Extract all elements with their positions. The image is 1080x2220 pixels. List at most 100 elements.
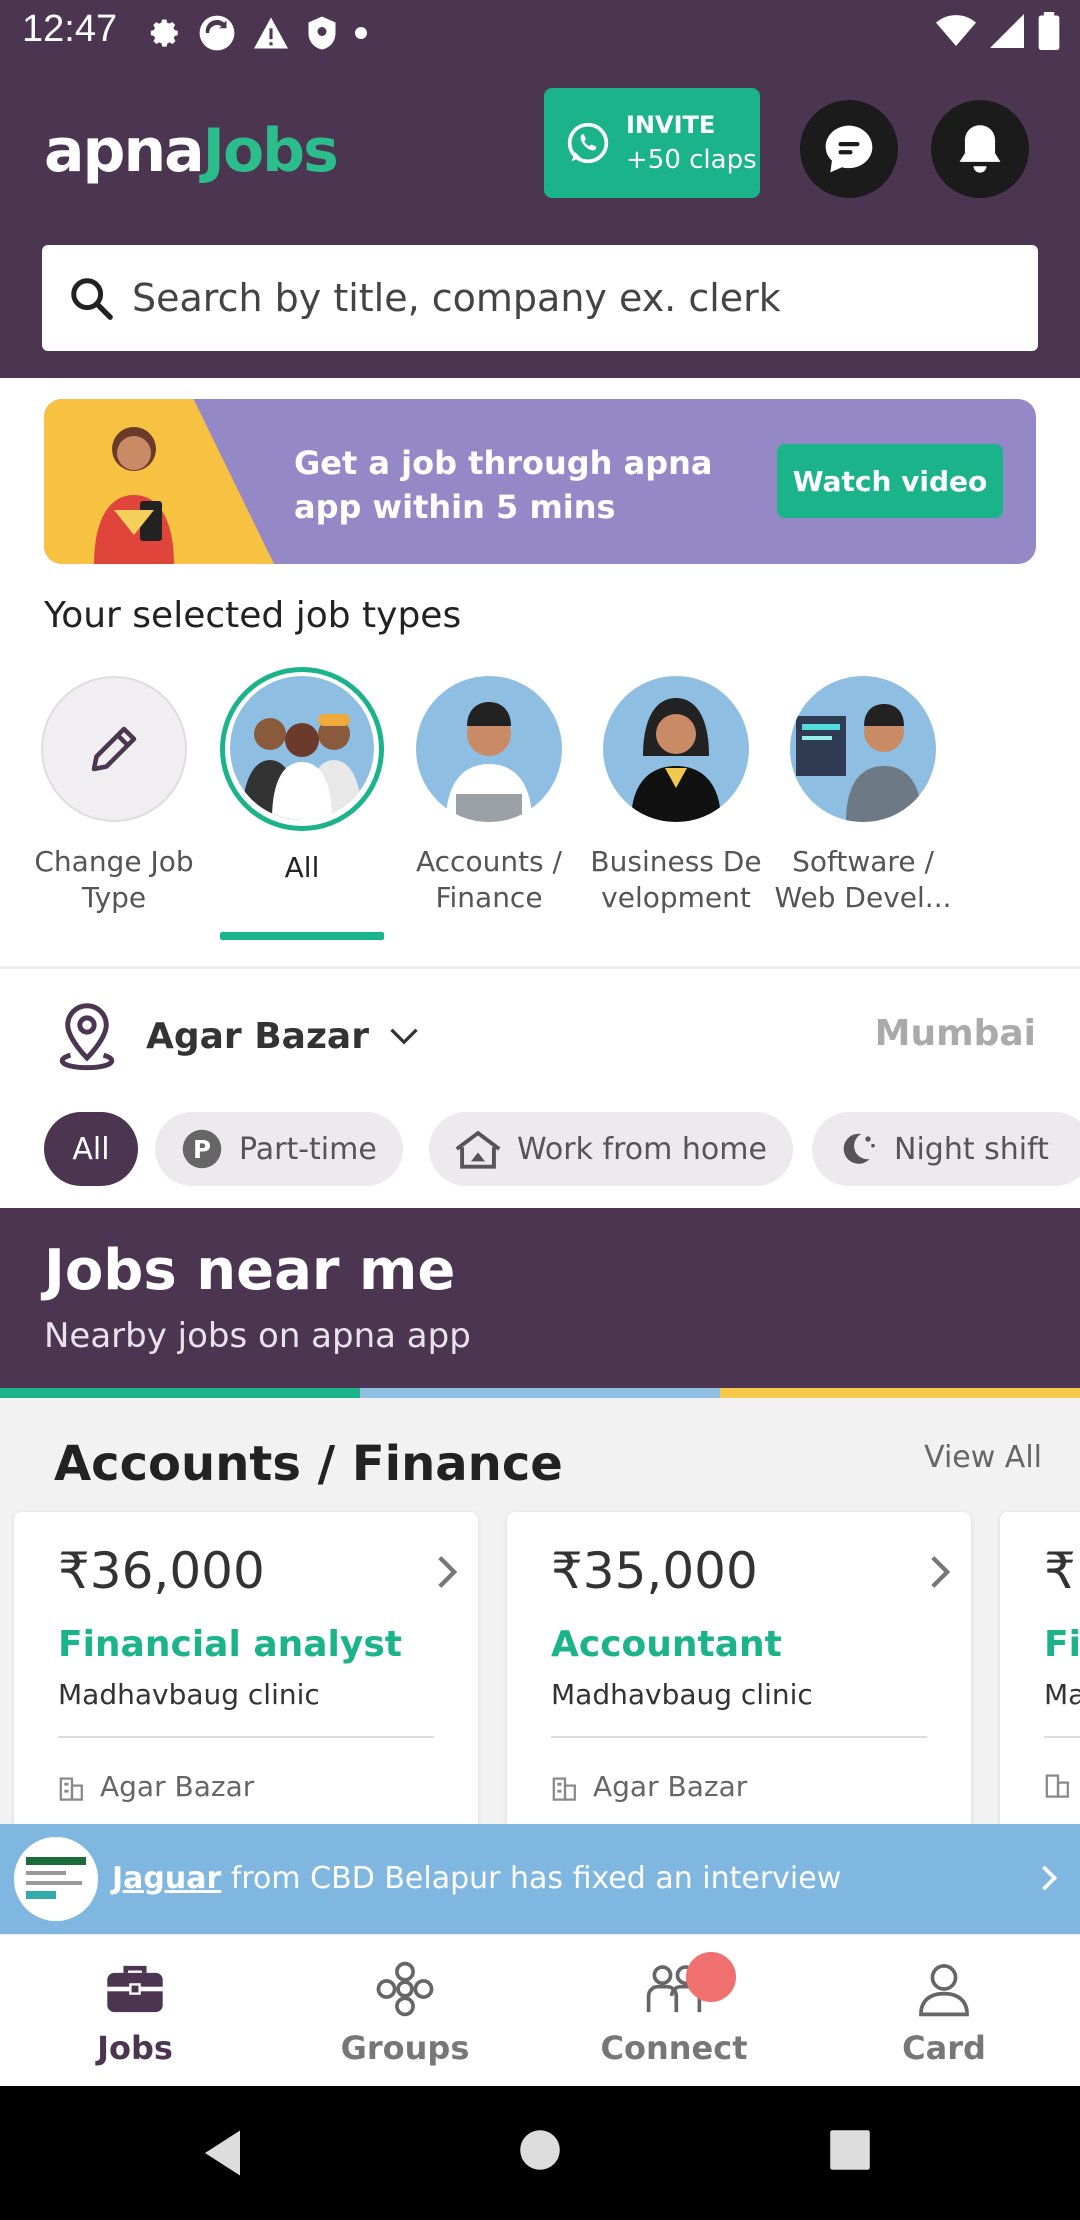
job-type-business[interactable]: Business De velopment — [586, 676, 766, 916]
job-role: Accountant — [551, 1624, 782, 1665]
nav-card[interactable]: Card — [844, 1961, 1044, 2067]
job-type-accounts[interactable]: Accounts / Finance — [399, 676, 579, 916]
search-section — [0, 220, 1080, 378]
dot-icon — [355, 27, 367, 39]
location-city[interactable]: Mumbai — [875, 1013, 1036, 1054]
bell-icon — [959, 125, 1001, 173]
job-company: Madhavbaug clinic — [58, 1678, 320, 1711]
battery-icon — [1038, 12, 1060, 50]
nav-label: Groups — [340, 2029, 470, 2067]
filter-chip-night-shift[interactable]: Night shift — [812, 1112, 1080, 1186]
company-thumbnail — [14, 1837, 98, 1921]
jobs-section-title: Accounts / Finance — [54, 1436, 563, 1492]
job-card[interactable]: ₹35,000 Accountant Madhavbaug clinic Aga… — [507, 1512, 971, 1824]
nav-label: Jobs — [97, 2029, 173, 2067]
filter-chip-all[interactable]: All — [44, 1112, 138, 1186]
job-place-text: Agar Bazar — [593, 1770, 748, 1803]
chevron-right-icon — [1042, 1865, 1058, 1891]
view-all-link[interactable]: View All — [924, 1440, 1042, 1475]
location-area: Agar Bazar — [146, 1015, 369, 1057]
search-box[interactable] — [42, 245, 1038, 351]
home-button-icon[interactable] — [518, 2128, 562, 2172]
sync-icon — [199, 15, 235, 51]
filter-chip-part-time[interactable]: P Part-time — [155, 1112, 403, 1186]
jobs-section: Accounts / Finance View All ₹36,000 Fina… — [0, 1398, 1080, 1824]
nav-label: Connect — [600, 2029, 748, 2067]
job-type-business-image — [603, 676, 749, 822]
notifications-button[interactable] — [931, 100, 1029, 198]
watch-video-button[interactable]: Watch video — [777, 444, 1003, 518]
whatsapp-icon — [567, 122, 609, 164]
job-company: Madhavbaug clinic — [551, 1678, 813, 1711]
invite-button[interactable]: INVITE +50 claps — [544, 88, 760, 198]
home-icon — [455, 1130, 501, 1169]
interview-notification[interactable]: Jaguar from CBD Belapur has fixed an int… — [0, 1824, 1080, 1934]
job-salary: ₹35,000 — [551, 1542, 758, 1600]
part-time-icon: P — [182, 1129, 222, 1169]
job-salary: ₹36,000 — [58, 1542, 265, 1600]
chat-icon — [825, 125, 873, 173]
location-selector[interactable]: Agar Bazar — [54, 1000, 419, 1072]
nav-label: Card — [902, 2029, 986, 2067]
accountant-image — [446, 702, 532, 822]
app-logo: apnaJobs — [44, 116, 339, 186]
job-type-all[interactable]: All — [212, 676, 392, 886]
card-divider — [551, 1736, 927, 1738]
job-place: Agar Bazar — [58, 1770, 254, 1803]
chat-button[interactable] — [800, 100, 898, 198]
notification-text: Jaguar from CBD Belapur has fixed an int… — [112, 1861, 841, 1896]
job-type-change[interactable]: Change Job Type — [24, 676, 204, 916]
near-title: Jobs near me — [44, 1238, 456, 1303]
filter-chip-work-from-home[interactable]: Work from home — [429, 1112, 793, 1186]
status-bar: 12:47 — [0, 0, 1080, 64]
job-place — [1044, 1770, 1080, 1798]
nav-groups[interactable]: Groups — [305, 1961, 505, 2067]
connect-notification-dot — [686, 1952, 736, 2002]
location-pin-icon — [59, 1003, 115, 1071]
briefcase-icon — [107, 1965, 163, 2013]
job-type-software[interactable]: Software / Web Devel... — [773, 676, 953, 916]
invite-line-2: +50 claps — [626, 145, 757, 175]
chip-label: All — [72, 1131, 110, 1167]
job-role: Fi — [1044, 1624, 1080, 1665]
nav-jobs[interactable]: Jobs — [35, 1961, 235, 2067]
selected-underline — [220, 932, 384, 940]
jobs-near-me-header: Jobs near me Nearby jobs on apna app — [0, 1208, 1080, 1388]
notification-company[interactable]: Jaguar — [112, 1861, 221, 1896]
bottom-navigation: Jobs Groups Connect Card — [0, 1934, 1080, 2086]
warning-icon — [254, 17, 288, 49]
job-salary: ₹ — [1044, 1542, 1076, 1600]
job-company: Ma — [1044, 1678, 1080, 1711]
gear-icon — [150, 19, 178, 47]
building-icon — [59, 1776, 83, 1801]
chevron-right-icon — [438, 1556, 458, 1588]
wifi-icon — [936, 15, 976, 46]
status-icons-left — [148, 14, 368, 52]
chevron-right-icon — [931, 1556, 951, 1588]
logo-part-2: Jobs — [202, 116, 339, 186]
search-input[interactable] — [132, 276, 1012, 320]
chevron-down-icon — [390, 1028, 418, 1045]
status-time: 12:47 — [22, 8, 118, 50]
card-divider — [58, 1736, 434, 1738]
recents-icon[interactable] — [828, 2128, 872, 2172]
notification-message: from CBD Belapur has fixed an interview — [221, 1861, 842, 1896]
color-stripe — [0, 1388, 1080, 1398]
job-card[interactable]: ₹36,000 Financial analyst Madhavbaug cli… — [14, 1512, 478, 1824]
job-type-label: All — [284, 851, 320, 884]
job-place: Agar Bazar — [551, 1770, 747, 1803]
people-group-image — [242, 714, 362, 820]
job-type-label: Change Job Type — [34, 845, 194, 914]
nav-connect[interactable]: Connect — [574, 1961, 774, 2067]
job-card-partial[interactable]: ₹ Fi Ma — [1000, 1512, 1080, 1824]
promo-banner[interactable]: Get a job through apna app within 5 mins… — [44, 399, 1036, 564]
profile-icon — [919, 1964, 969, 2017]
job-type-all-image — [230, 676, 374, 820]
invite-line-1: INVITE — [626, 111, 716, 139]
back-icon[interactable] — [200, 2128, 250, 2178]
card-divider — [1044, 1736, 1080, 1738]
building-icon — [1045, 1774, 1069, 1798]
signal-icon — [990, 14, 1024, 48]
divider — [0, 966, 1080, 969]
status-icons-right — [936, 12, 1060, 50]
